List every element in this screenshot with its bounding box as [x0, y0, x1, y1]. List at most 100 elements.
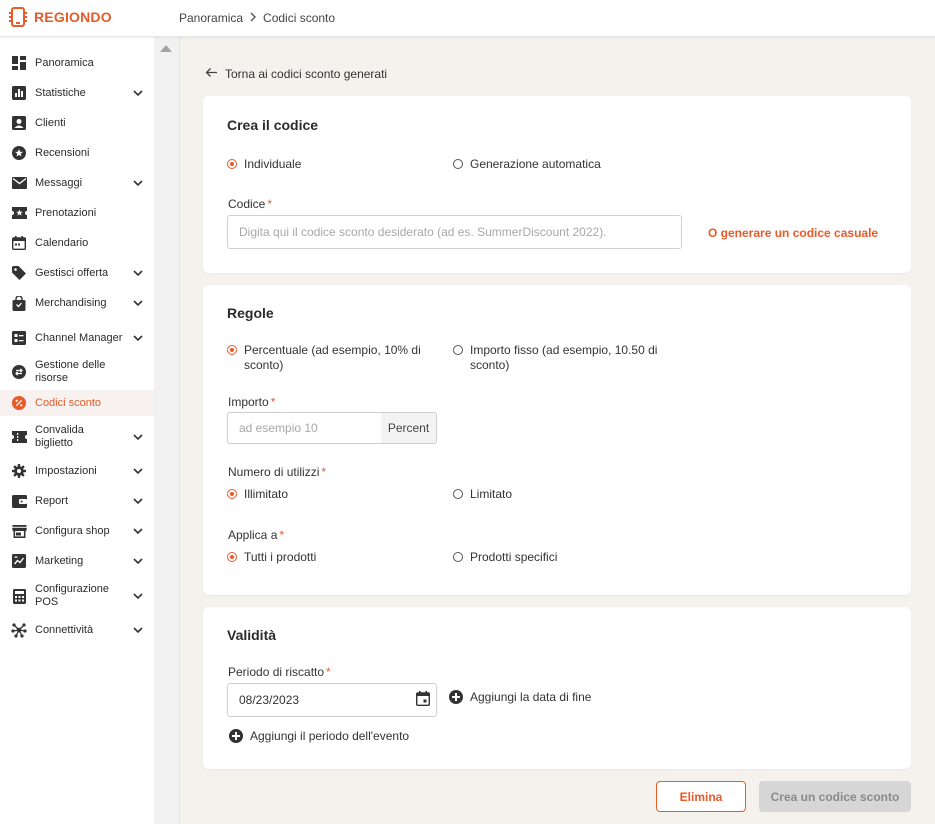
- chevron-down-icon: [132, 465, 144, 477]
- calculator-icon: [11, 588, 27, 604]
- chevron-down-icon: [132, 431, 144, 443]
- breadcrumb: Panoramica Codici sconto: [179, 11, 335, 25]
- sidebar-scrollbar[interactable]: [154, 37, 180, 824]
- sidebar-item-label: Report: [35, 494, 69, 507]
- radio-illimitato[interactable]: Illimitato: [227, 487, 288, 502]
- percent-circle-icon: [11, 395, 27, 411]
- sidebar-item-label: Configura shop: [35, 524, 110, 537]
- radio-unselected-icon: [453, 489, 463, 499]
- period-label: Periodo di riscatto *: [228, 665, 331, 679]
- calendar-icon: [11, 235, 27, 251]
- chevron-down-icon: [132, 624, 144, 636]
- sidebar-item-clienti[interactable]: Clienti: [0, 112, 154, 134]
- sidebar-item-prenotazioni[interactable]: Prenotazioni: [0, 202, 154, 224]
- brand-logo[interactable]: REGIONDO: [8, 6, 112, 28]
- bar-chart-icon: [11, 85, 27, 101]
- radio-label: Individuale: [244, 157, 302, 171]
- sidebar-item-merchandising[interactable]: Merchandising: [0, 292, 154, 314]
- add-event-period-button[interactable]: Aggiungi il periodo dell'evento: [229, 729, 409, 743]
- regiondo-logo-icon: [8, 6, 28, 28]
- sidebar-item-configurazione-pos[interactable]: Configurazione POS: [0, 581, 154, 611]
- sidebar-item-label: Prenotazioni: [35, 206, 97, 219]
- breadcrumb-item-panoramica[interactable]: Panoramica: [179, 11, 243, 25]
- sidebar-item-label: Configurazione POS: [35, 583, 109, 608]
- sidebar-item-gestione-risorse[interactable]: Gestione delle risorse: [0, 359, 154, 384]
- sidebar-item-convalida-biglietto[interactable]: Convalida biglietto: [0, 422, 154, 452]
- redemption-date-input[interactable]: [227, 683, 437, 717]
- rules-title: Regole: [227, 305, 274, 321]
- random-code-link[interactable]: O generare un codice casuale: [708, 226, 878, 240]
- period-label-text: Periodo di riscatto: [228, 665, 325, 679]
- sidebar-item-statistiche[interactable]: Statistiche: [0, 82, 154, 104]
- radio-label: Importo fisso (ad esempio, 10.50 di scon…: [470, 343, 658, 372]
- required-asterisk: *: [267, 197, 273, 211]
- sidebar-item-gestisci-offerta[interactable]: Gestisci offerta: [0, 262, 154, 284]
- plus-circle-icon: [229, 729, 243, 743]
- delete-button[interactable]: Elimina: [656, 781, 746, 812]
- arrow-left-icon: [205, 67, 218, 81]
- main-content: Torna ai codici sconto generati Crea il …: [180, 37, 935, 824]
- swap-circle-icon: [11, 364, 27, 380]
- sidebar-item-calendario[interactable]: Calendario: [0, 232, 154, 254]
- radio-tutti-prodotti[interactable]: Tutti i prodotti: [227, 550, 316, 565]
- radio-prodotti-specifici[interactable]: Prodotti specifici: [453, 550, 557, 565]
- sidebar-item-channel-manager[interactable]: Channel Manager: [0, 323, 154, 353]
- sidebar-item-messaggi[interactable]: Messaggi: [0, 172, 154, 194]
- sidebar-item-label: Gestione delle risorse: [35, 359, 106, 384]
- sidebar-item-recensioni[interactable]: Recensioni: [0, 142, 154, 164]
- radio-label: Generazione automatica: [470, 157, 601, 171]
- plus-circle-icon: [449, 690, 463, 704]
- create-discount-code-button[interactable]: Crea un codice sconto: [759, 781, 911, 812]
- radio-percentuale[interactable]: Percentuale (ad esempio, 10% di sconto): [227, 343, 427, 373]
- radio-generazione-automatica[interactable]: Generazione automatica: [453, 157, 601, 172]
- radio-label: Percentuale (ad esempio, 10% di sconto): [244, 343, 421, 372]
- radio-label: Limitato: [470, 487, 513, 501]
- sidebar-item-label: Clienti: [35, 116, 66, 129]
- radio-unselected-icon: [453, 552, 463, 562]
- sidebar-item-report[interactable]: Report: [0, 490, 154, 512]
- sidebar-item-marketing[interactable]: Marketing: [0, 550, 154, 572]
- store-icon: [11, 523, 27, 539]
- add-end-date-label: Aggiungi la data di fine: [470, 690, 592, 704]
- radio-unselected-icon: [453, 159, 463, 169]
- add-end-date-button[interactable]: Aggiungi la data di fine: [449, 690, 591, 704]
- amount-label-text: Importo: [228, 395, 269, 409]
- create-code-card: Crea il codice Individuale Generazione a…: [203, 96, 911, 273]
- sidebar-item-label: Statistiche: [35, 86, 86, 99]
- back-link-label: Torna ai codici sconto generati: [225, 67, 388, 81]
- sidebar-item-impostazioni[interactable]: Impostazioni: [0, 460, 154, 482]
- channel-icon: [11, 330, 27, 346]
- amount-label: Importo *: [228, 395, 275, 409]
- radio-limitato[interactable]: Limitato: [453, 487, 512, 502]
- sidebar-item-panoramica[interactable]: Panoramica: [0, 52, 154, 74]
- chevron-down-icon: [132, 297, 144, 309]
- tag-icon: [11, 265, 27, 281]
- radio-selected-icon: [227, 345, 237, 355]
- sidebar-item-label: Messaggi: [35, 176, 83, 189]
- required-asterisk: *: [279, 528, 285, 542]
- sidebar-item-label: Calendario: [35, 236, 89, 249]
- apply-label: Applica a *: [228, 528, 284, 542]
- sidebar-item-connettivita[interactable]: Connettività: [0, 619, 154, 641]
- dashboard-icon: [11, 55, 27, 71]
- scroll-up-arrow-icon[interactable]: [160, 45, 172, 52]
- code-label-text: Codice: [228, 197, 266, 211]
- sidebar-item-configura-shop[interactable]: Configura shop: [0, 520, 154, 542]
- apply-label-text: Applica a: [228, 528, 278, 542]
- code-input[interactable]: [227, 215, 682, 249]
- usage-label: Numero di utilizzi *: [228, 465, 326, 479]
- radio-label: Illimitato: [244, 487, 289, 501]
- radio-selected-icon: [227, 552, 237, 562]
- sidebar-item-label: Connettività: [35, 623, 94, 636]
- back-link[interactable]: Torna ai codici sconto generati: [205, 67, 387, 81]
- hub-icon: [11, 622, 27, 638]
- calendar-picker-icon[interactable]: [415, 691, 431, 709]
- chevron-right-icon: [249, 12, 257, 25]
- required-asterisk: *: [270, 395, 276, 409]
- sidebar-item-codici-sconto[interactable]: Codici sconto: [0, 390, 154, 416]
- radio-individuale[interactable]: Individuale: [227, 157, 301, 172]
- radio-unselected-icon: [453, 345, 463, 355]
- amount-input[interactable]: [227, 412, 382, 444]
- chevron-down-icon: [132, 267, 144, 279]
- radio-importo-fisso[interactable]: Importo fisso (ad esempio, 10.50 di scon…: [453, 343, 673, 373]
